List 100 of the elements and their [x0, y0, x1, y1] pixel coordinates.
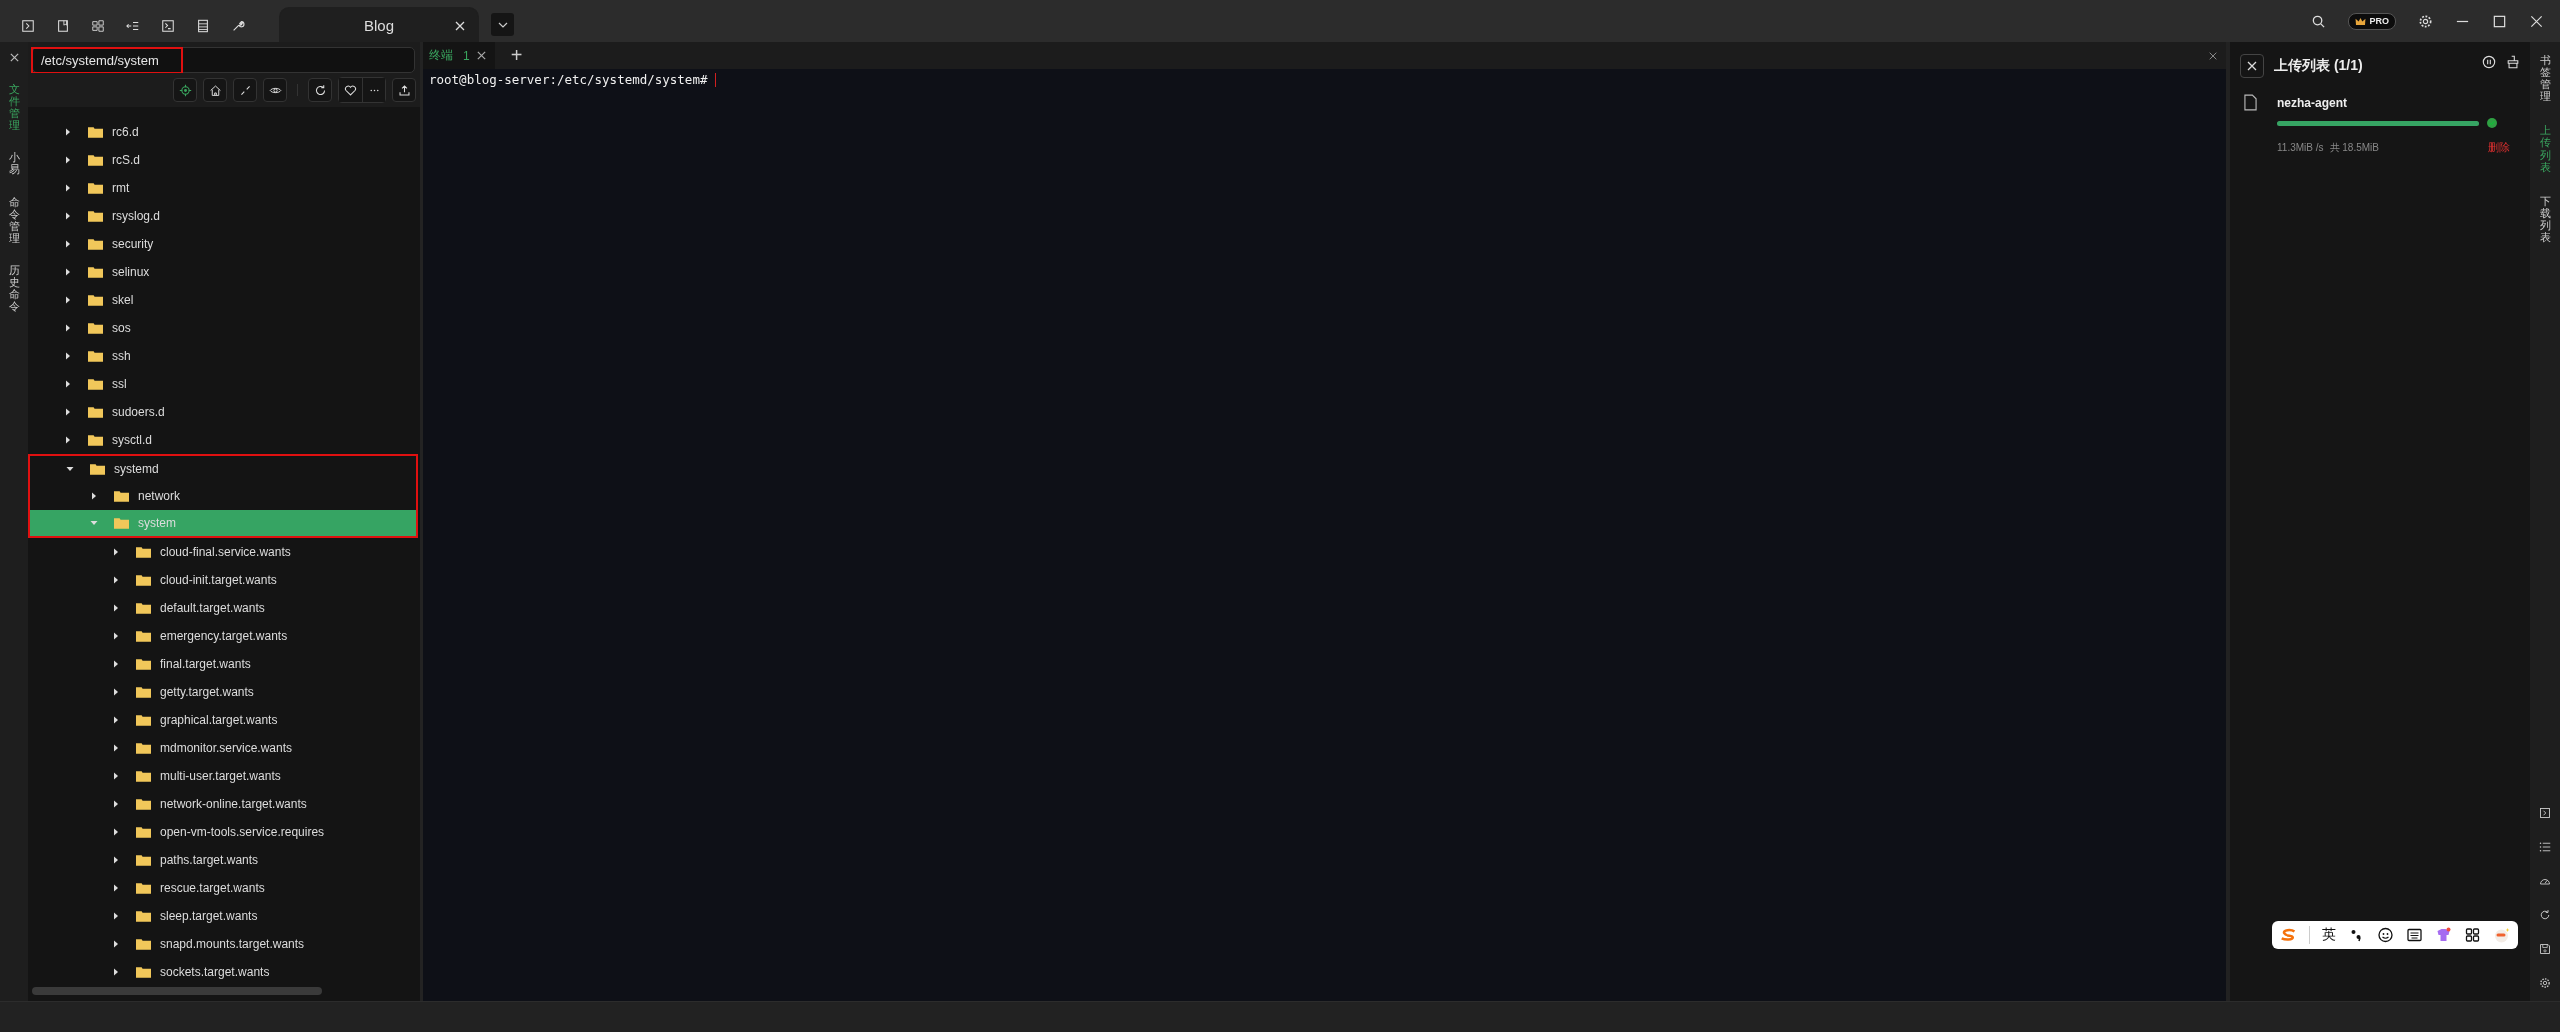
caret-icon[interactable] [64, 296, 72, 304]
home-icon[interactable] [208, 83, 222, 97]
console-icon[interactable] [161, 19, 175, 33]
caret-icon[interactable] [112, 940, 120, 948]
side-tab[interactable]: 上传列表 [2539, 124, 2551, 173]
caret-icon[interactable] [112, 912, 120, 920]
save-icon[interactable] [2539, 943, 2551, 955]
tree-item[interactable]: security [28, 230, 418, 258]
windows-icon[interactable] [91, 19, 105, 33]
caret-icon[interactable] [112, 632, 120, 640]
pause-icon[interactable] [2482, 55, 2496, 69]
tree-item[interactable]: open-vm-tools.service.requires [28, 818, 418, 846]
caret-icon[interactable] [64, 380, 72, 388]
settings-icon[interactable] [2418, 13, 2433, 29]
tree-item[interactable]: sos [28, 314, 418, 342]
maximize-icon[interactable] [2492, 13, 2507, 29]
close-button[interactable] [2240, 54, 2264, 78]
input-mode-toggle[interactable]: 英 [2322, 926, 2336, 944]
tree-item[interactable]: systemd [28, 454, 418, 482]
tree-item[interactable]: final.target.wants [28, 650, 418, 678]
broom-icon[interactable] [2506, 55, 2520, 69]
tree-item[interactable]: skel [28, 286, 418, 314]
caret-icon[interactable] [112, 548, 120, 556]
caret-icon[interactable] [64, 352, 72, 360]
add-tab-button[interactable]: + [502, 44, 531, 67]
side-tab[interactable]: 文件管理 [8, 83, 20, 132]
pro-badge[interactable]: PRO [2348, 12, 2396, 30]
tree-item[interactable]: sysctl.d [28, 426, 418, 454]
tree-item[interactable]: rsyslog.d [28, 202, 418, 230]
close-icon[interactable] [475, 50, 487, 61]
caret-icon[interactable] [112, 716, 120, 724]
tree-item[interactable]: cloud-init.target.wants [28, 566, 418, 594]
path-field[interactable]: /etc/systemd/system [32, 47, 415, 73]
session-tab[interactable]: Blog [279, 7, 479, 42]
tree-item[interactable]: rescue.target.wants [28, 874, 418, 902]
emoji-icon[interactable] [2377, 927, 2394, 943]
caret-icon[interactable] [112, 576, 120, 584]
caret-icon[interactable] [64, 156, 72, 164]
bookmark-icon[interactable] [56, 19, 70, 33]
caret-icon[interactable] [90, 492, 98, 500]
tree-item[interactable]: multi-user.target.wants [28, 762, 418, 790]
tree-item[interactable]: default.target.wants [28, 594, 418, 622]
caret-icon[interactable] [66, 465, 74, 473]
side-tab[interactable]: 命令管理 [8, 195, 20, 244]
caret-icon[interactable] [112, 660, 120, 668]
tree-item[interactable]: graphical.target.wants [28, 706, 418, 734]
refresh-button[interactable] [308, 78, 332, 102]
close-icon[interactable] [8, 52, 20, 63]
upload-icon[interactable] [397, 83, 411, 97]
caret-icon[interactable] [112, 800, 120, 808]
scrollbar-thumb[interactable] [32, 987, 322, 995]
caret-icon[interactable] [64, 212, 72, 220]
tree-item[interactable]: sockets.target.wants [28, 958, 418, 985]
caret-icon[interactable] [112, 856, 120, 864]
tree-item[interactable]: ssh [28, 342, 418, 370]
tree-item[interactable]: mdmonitor.service.wants [28, 734, 418, 762]
caret-icon[interactable] [64, 184, 72, 192]
refresh-icon[interactable] [313, 83, 327, 97]
terminal-icon[interactable] [21, 19, 35, 33]
search-icon[interactable] [2311, 13, 2327, 29]
caret-icon[interactable] [112, 604, 120, 612]
target-icon[interactable] [178, 83, 192, 97]
caret-icon[interactable] [112, 884, 120, 892]
side-tab[interactable]: 下载列表 [2539, 194, 2551, 244]
caret-icon[interactable] [64, 240, 72, 248]
caret-icon[interactable] [64, 408, 72, 416]
transfer-icon[interactable] [126, 19, 140, 33]
caret-icon[interactable] [112, 968, 120, 976]
tree-item[interactable]: rcS.d [28, 146, 418, 174]
list-icon[interactable] [2539, 841, 2551, 853]
shirt-icon[interactable] [2435, 927, 2452, 943]
ime-logo-icon[interactable] [2280, 927, 2297, 943]
tree-item[interactable]: selinux [28, 258, 418, 286]
side-tab[interactable]: 书签管理 [2539, 54, 2551, 103]
visibility-button[interactable] [263, 78, 287, 102]
settings-icon[interactable] [2539, 977, 2551, 989]
tree-item[interactable]: snapd.mounts.target.wants [28, 930, 418, 958]
tree-item[interactable]: paths.target.wants [28, 846, 418, 874]
home-button[interactable] [203, 78, 227, 102]
upload-button[interactable] [392, 78, 416, 102]
caret-icon[interactable] [112, 744, 120, 752]
side-tab[interactable]: 历史命令 [8, 263, 20, 313]
tree-item[interactable]: ssl [28, 370, 418, 398]
tree-item[interactable]: rc6.d [28, 118, 418, 146]
tree-item[interactable]: sudoers.d [28, 398, 418, 426]
collapse-icon[interactable] [238, 83, 252, 97]
favorite-button[interactable] [339, 78, 362, 102]
caret-icon[interactable] [112, 828, 120, 836]
apps-icon[interactable] [2464, 927, 2481, 943]
terminal-icon[interactable] [2539, 807, 2551, 819]
delete-link[interactable]: 删除 [2488, 140, 2510, 155]
heart-icon[interactable] [344, 83, 357, 97]
caret-icon[interactable] [497, 21, 508, 28]
caret-icon[interactable] [112, 772, 120, 780]
tree-item[interactable]: rmt [28, 174, 418, 202]
caret-icon[interactable] [112, 688, 120, 696]
server-icon[interactable] [196, 19, 210, 33]
tree-item[interactable]: cloud-final.service.wants [28, 538, 418, 566]
locate-button[interactable] [173, 78, 197, 102]
caret-icon[interactable] [64, 324, 72, 332]
